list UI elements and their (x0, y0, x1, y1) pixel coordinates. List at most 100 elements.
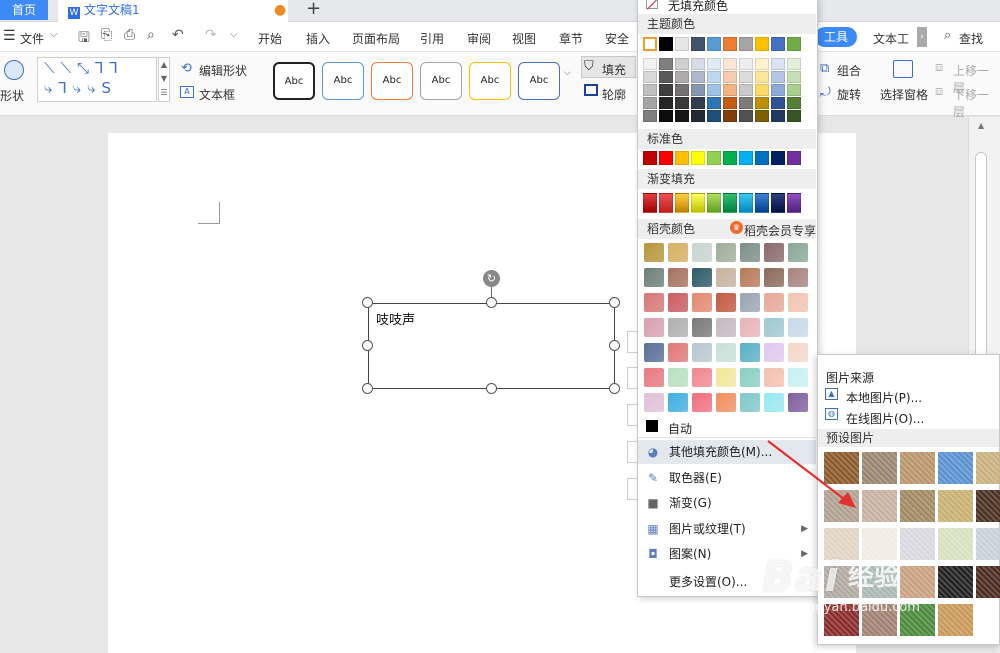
daoke-color-swatch[interactable] (644, 393, 664, 412)
standard-color-swatch[interactable] (723, 151, 737, 165)
shape-style-preset[interactable]: Abc (420, 62, 462, 100)
rotate-button[interactable]: 旋转 (837, 86, 861, 103)
daoke-color-swatch[interactable] (716, 343, 736, 362)
daoke-color-swatch[interactable] (644, 343, 664, 362)
theme-shade-swatch[interactable] (739, 110, 753, 122)
menu-layout[interactable]: 页面布局 (352, 30, 400, 47)
daoke-color-swatch[interactable] (788, 293, 808, 312)
gradient-swatch[interactable] (691, 193, 705, 213)
edit-shape-button[interactable]: 编辑形状 (199, 62, 247, 79)
theme-color-swatch[interactable] (643, 37, 657, 51)
style-gallery-more-icon[interactable]: ⌵ (564, 68, 571, 78)
daoke-color-swatch[interactable] (788, 343, 808, 362)
send-backward-button[interactable]: 下移一层 (953, 86, 1000, 120)
export-pdf-icon[interactable]: ⎘ (101, 27, 112, 43)
gradient-swatch[interactable] (787, 193, 801, 213)
standard-color-swatch[interactable] (771, 151, 785, 165)
theme-shade-swatch[interactable] (707, 71, 721, 83)
daoke-color-swatch[interactable] (716, 368, 736, 387)
hamburger-icon[interactable]: ☰ (3, 28, 16, 44)
picture-texture-item[interactable]: ▦ 图片或纹理(T) ▶ (638, 517, 816, 541)
preset-texture-swatch[interactable] (824, 490, 859, 522)
theme-color-swatch[interactable] (675, 37, 689, 51)
preset-texture-swatch[interactable] (938, 528, 973, 560)
theme-shade-swatch[interactable] (675, 97, 689, 109)
local-image-item[interactable]: 本地图片(P)... (846, 389, 922, 406)
daoke-color-swatch[interactable] (692, 393, 712, 412)
standard-color-swatch[interactable] (755, 151, 769, 165)
print-icon[interactable]: ⎙ (124, 27, 135, 43)
theme-shade-swatch[interactable] (643, 97, 657, 109)
menu-insert[interactable]: 插入 (306, 30, 330, 47)
shape-style-preset[interactable]: Abc (322, 62, 364, 100)
text-tools-tab[interactable]: 文本工 (873, 30, 909, 47)
theme-shade-swatch[interactable] (771, 58, 785, 70)
outline-button[interactable]: 轮廓 (602, 86, 626, 103)
daoke-color-swatch[interactable] (692, 293, 712, 312)
menu-reference[interactable]: 引用 (420, 30, 444, 47)
theme-shade-swatch[interactable] (675, 110, 689, 122)
resize-handle[interactable] (609, 297, 620, 308)
daoke-color-swatch[interactable] (764, 293, 784, 312)
daoke-color-swatch[interactable] (668, 243, 688, 262)
shape-style-preset[interactable]: Abc (371, 62, 413, 100)
theme-shade-swatch[interactable] (643, 84, 657, 96)
gradient-swatch[interactable] (771, 193, 785, 213)
standard-color-swatch[interactable] (675, 151, 689, 165)
daoke-color-swatch[interactable] (716, 318, 736, 337)
theme-shade-swatch[interactable] (691, 58, 705, 70)
textbox-button[interactable]: 文本框 (199, 86, 235, 103)
resize-handle[interactable] (486, 297, 497, 308)
gradient-swatch[interactable] (707, 193, 721, 213)
standard-color-swatch[interactable] (707, 151, 721, 165)
theme-shade-swatch[interactable] (643, 110, 657, 122)
gradient-swatch[interactable] (723, 193, 737, 213)
theme-shade-swatch[interactable] (723, 71, 737, 83)
resize-handle[interactable] (362, 383, 373, 394)
shape-style-preset[interactable]: Abc (469, 62, 511, 100)
daoke-color-swatch[interactable] (740, 243, 760, 262)
theme-shade-swatch[interactable] (659, 71, 673, 83)
theme-shade-swatch[interactable] (707, 58, 721, 70)
daoke-color-swatch[interactable] (788, 368, 808, 387)
theme-color-swatch[interactable] (659, 37, 673, 51)
menu-scroll-right-icon[interactable]: › (917, 27, 927, 47)
daoke-color-swatch[interactable] (740, 268, 760, 287)
daoke-color-swatch[interactable] (716, 243, 736, 262)
theme-color-swatch[interactable] (771, 37, 785, 51)
preset-texture-swatch[interactable] (824, 452, 859, 484)
theme-shade-swatch[interactable] (691, 84, 705, 96)
redo-icon[interactable]: ↷ (205, 27, 217, 43)
eyedropper-item[interactable]: ✎ 取色器(E) (638, 466, 816, 490)
daoke-color-swatch[interactable] (764, 368, 784, 387)
daoke-color-swatch[interactable] (788, 393, 808, 412)
drawing-tools-tab[interactable]: 工具 (815, 27, 857, 47)
standard-color-swatch[interactable] (787, 151, 801, 165)
daoke-color-swatch[interactable] (740, 293, 760, 312)
preset-texture-swatch[interactable] (938, 452, 973, 484)
rotate-handle-icon[interactable]: ↻ (483, 270, 500, 287)
resize-handle[interactable] (362, 297, 373, 308)
daoke-color-swatch[interactable] (644, 293, 664, 312)
daoke-color-swatch[interactable] (764, 393, 784, 412)
theme-shade-swatch[interactable] (739, 84, 753, 96)
daoke-color-swatch[interactable] (692, 368, 712, 387)
tab-document[interactable]: W 文字文稿1 (58, 0, 288, 22)
search-button[interactable]: 查找 (959, 30, 983, 47)
preset-texture-swatch[interactable] (938, 490, 973, 522)
preset-texture-swatch[interactable] (938, 566, 973, 598)
standard-color-swatch[interactable] (659, 151, 673, 165)
theme-shade-swatch[interactable] (691, 110, 705, 122)
theme-shade-swatch[interactable] (659, 84, 673, 96)
print-preview-icon[interactable]: ⌕ (147, 27, 155, 43)
search-icon[interactable]: ⌕ (944, 28, 951, 43)
theme-shade-swatch[interactable] (771, 97, 785, 109)
theme-shade-swatch[interactable] (787, 71, 801, 83)
daoke-color-swatch[interactable] (740, 393, 760, 412)
theme-shade-swatch[interactable] (771, 71, 785, 83)
shape-gallery[interactable]: ⟍⟍⤡⅂⅂ ⤷⅂⤷⤷S (37, 57, 157, 102)
daoke-color-swatch[interactable] (740, 343, 760, 362)
selection-pane-button[interactable]: 选择窗格 (880, 86, 928, 103)
daoke-color-swatch[interactable] (668, 368, 688, 387)
daoke-color-swatch[interactable] (668, 293, 688, 312)
